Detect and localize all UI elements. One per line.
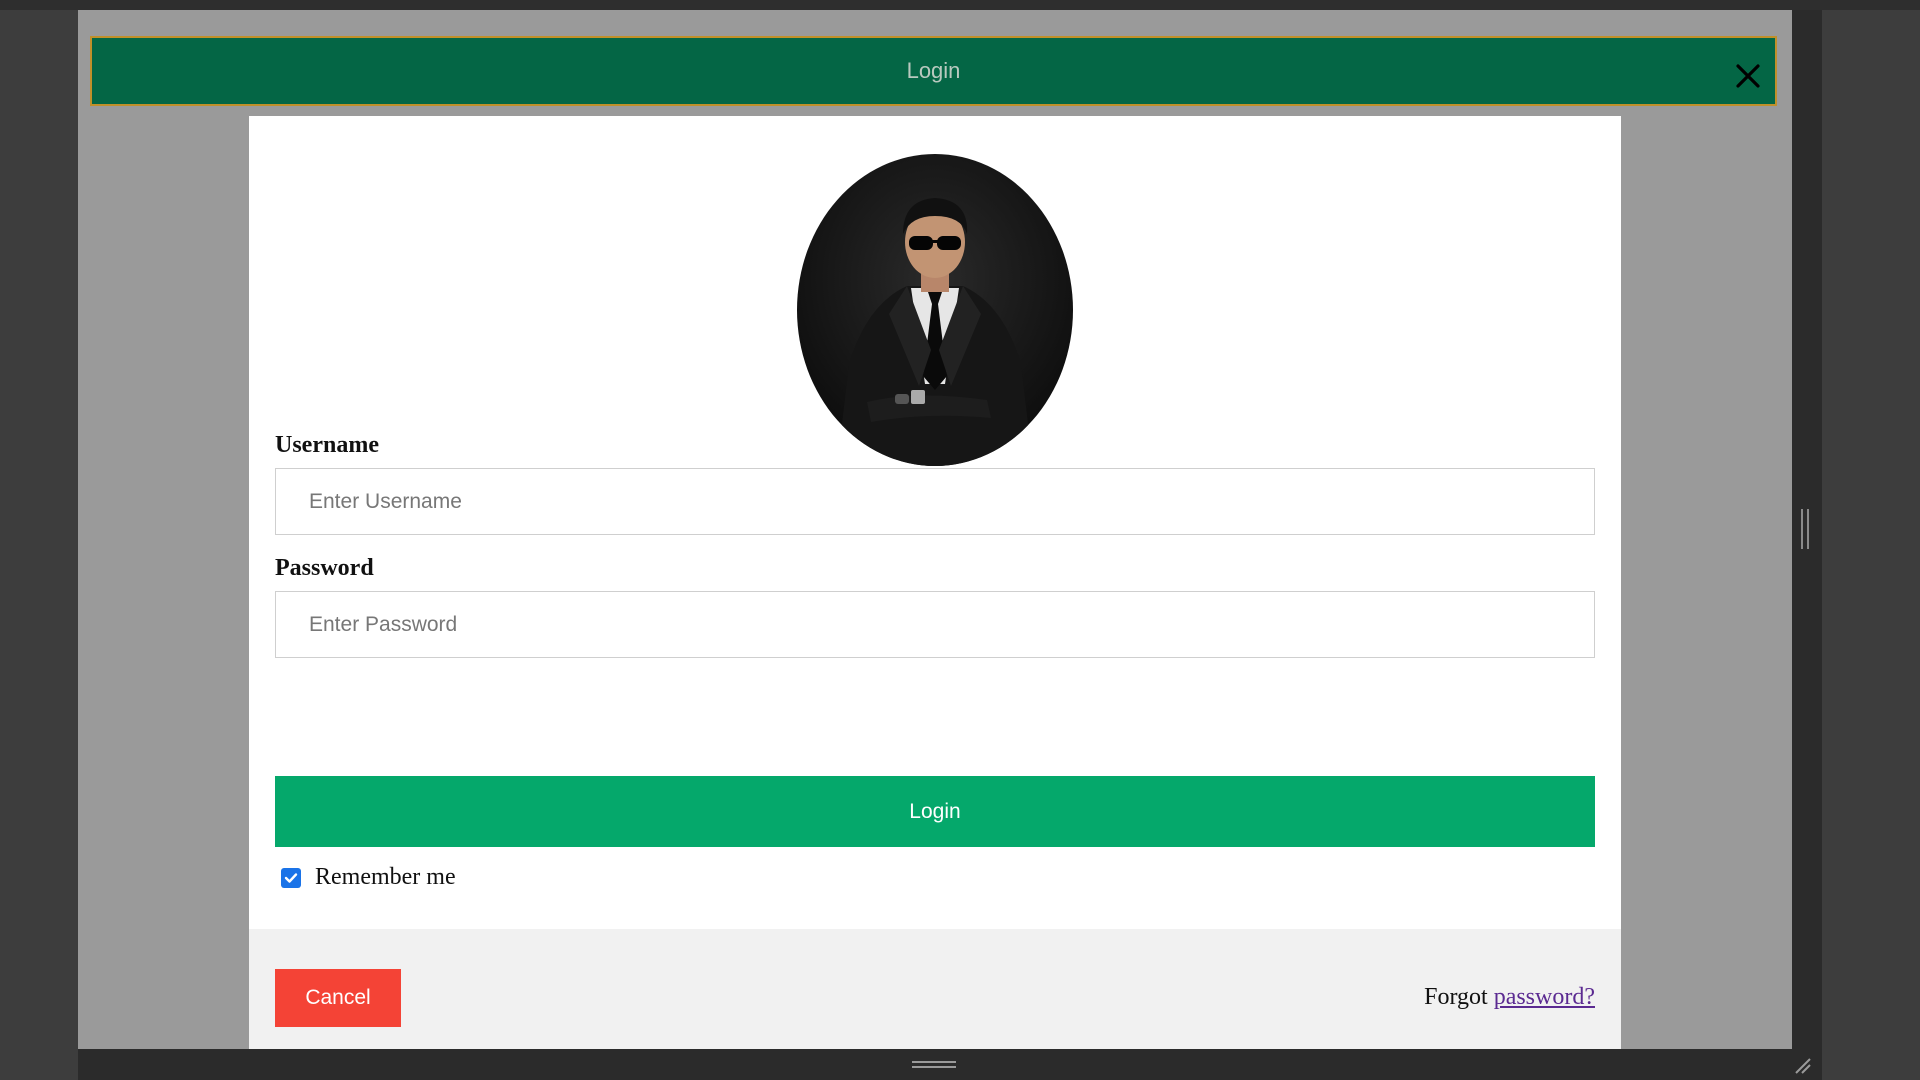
profile-photo [797,154,1073,466]
modal-header: Login [90,36,1777,106]
avatar [797,154,1073,466]
resize-grip-icon[interactable] [1792,1055,1812,1075]
login-card: Username Password Login Remember me Canc… [249,116,1621,1049]
card-footer: Cancel Forgot password? [249,929,1621,1049]
remember-me-checkbox[interactable] [281,867,301,888]
forgot-password-link[interactable]: password? [1494,984,1595,1010]
login-button[interactable]: Login [275,776,1595,847]
bottom-bar [78,1049,1822,1080]
username-input[interactable] [275,468,1595,535]
vertical-resize-handle[interactable] [1801,509,1809,549]
username-label: Username [275,432,379,458]
password-label: Password [275,555,374,581]
preview-area: Login Username Enter Username Password L… [78,10,1792,1049]
checkmark-icon [284,872,298,883]
password-input[interactable] [275,591,1595,658]
modal-title: Login [906,58,961,83]
forgot-password-text: Forgot password? [1424,984,1595,1011]
forgot-prefix: Forgot [1424,984,1488,1010]
cancel-button[interactable]: Cancel [275,969,401,1027]
remember-me-label: Remember me [315,864,456,890]
top-strip [0,0,1920,10]
remember-me-row: Remember me [281,864,456,891]
close-icon [1736,64,1760,88]
close-button[interactable] [1728,56,1768,96]
horizontal-resize-handle[interactable] [912,1061,956,1068]
